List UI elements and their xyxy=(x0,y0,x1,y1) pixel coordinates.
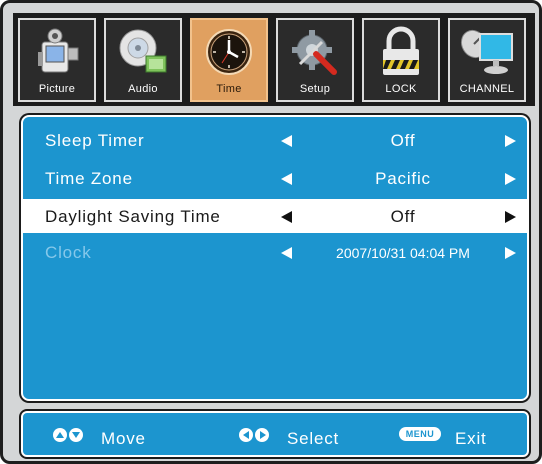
gear-tools-icon xyxy=(286,26,344,78)
time-settings-panel: Sleep Timer Off Time Zone Pacific Daylig… xyxy=(21,115,529,401)
tab-picture[interactable]: Picture xyxy=(18,18,96,102)
left-right-keys-icon xyxy=(239,426,273,444)
tab-label: Audio xyxy=(128,83,158,95)
right-arrow-icon[interactable] xyxy=(505,135,516,147)
tab-setup[interactable]: Setup xyxy=(276,18,354,102)
padlock-icon xyxy=(372,26,430,78)
menu-tab-strip: Picture Audio Time Setup LOCK CHANNEL xyxy=(13,13,535,106)
hint-move-label: Move xyxy=(101,429,146,448)
left-arrow-icon[interactable] xyxy=(281,135,292,147)
satellite-monitor-icon xyxy=(458,26,516,78)
key-hint-bar: Move Select MENU Exit xyxy=(21,411,529,457)
menu-row-clock[interactable]: Clock 2007/10/31 04:04 PM xyxy=(23,235,527,269)
tab-lock[interactable]: LOCK xyxy=(362,18,440,102)
tab-label: Setup xyxy=(299,83,331,95)
row-value: Off xyxy=(390,131,416,150)
tab-time[interactable]: Time xyxy=(190,18,268,102)
right-arrow-icon[interactable] xyxy=(505,247,516,259)
menu-row-time-zone[interactable]: Time Zone Pacific xyxy=(23,161,527,195)
right-arrow-icon[interactable] xyxy=(505,173,516,185)
audio-disc-icon xyxy=(114,26,172,78)
camcorder-icon xyxy=(28,26,86,78)
right-arrow-icon[interactable] xyxy=(505,211,516,223)
tab-label: LOCK xyxy=(385,83,417,95)
up-down-keys-icon xyxy=(53,426,87,444)
row-label: Time Zone xyxy=(45,169,133,188)
row-value: Pacific xyxy=(375,169,431,188)
clock-icon xyxy=(200,26,258,78)
tab-label: Time xyxy=(216,83,242,95)
hint-exit-label: Exit xyxy=(455,429,487,448)
tab-label: Picture xyxy=(38,83,76,95)
row-value: 2007/10/31 04:04 PM xyxy=(336,245,470,261)
menu-row-daylight-saving-time[interactable]: Daylight Saving Time Off xyxy=(23,199,527,233)
row-label: Daylight Saving Time xyxy=(45,207,221,226)
row-label: Clock xyxy=(45,243,92,262)
tab-label: CHANNEL xyxy=(459,83,515,95)
left-arrow-icon[interactable] xyxy=(281,173,292,185)
menu-key-icon: MENU xyxy=(399,427,441,441)
row-label: Sleep Timer xyxy=(45,131,145,150)
menu-row-sleep-timer[interactable]: Sleep Timer Off xyxy=(23,123,527,157)
row-value: Off xyxy=(390,207,416,226)
tab-audio[interactable]: Audio xyxy=(104,18,182,102)
left-arrow-icon[interactable] xyxy=(281,247,292,259)
hint-select-label: Select xyxy=(287,429,340,448)
left-arrow-icon[interactable] xyxy=(281,211,292,223)
tab-channel[interactable]: CHANNEL xyxy=(448,18,526,102)
tv-menu-frame: Picture Audio Time Setup LOCK CHANNEL Sl… xyxy=(0,0,542,464)
